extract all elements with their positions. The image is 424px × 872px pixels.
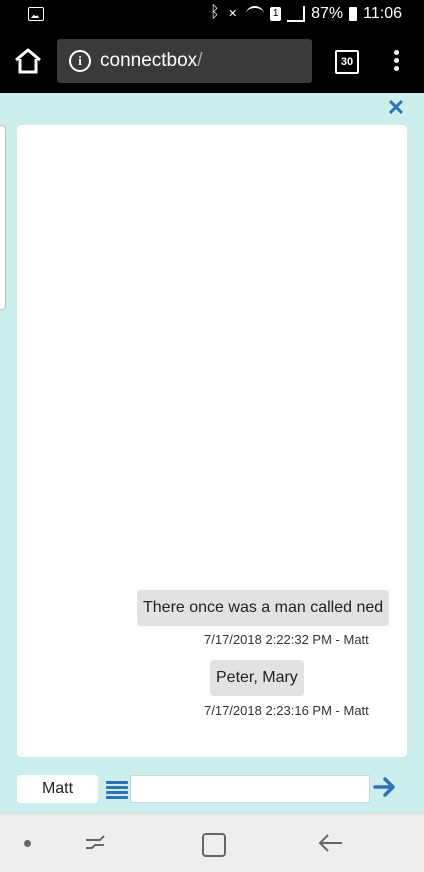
message-meta: 7/17/2018 2:23:16 PM - Matt <box>204 703 369 718</box>
url-text: connectbox/ <box>100 50 203 71</box>
status-bar: 1 87% 11:06 <box>0 0 424 30</box>
close-icon[interactable]: ✕ <box>386 97 406 119</box>
status-icons: 1 87% 11:06 <box>210 4 402 23</box>
chat-page: ✕ There once was a man called ned 7/17/2… <box>0 93 424 813</box>
browser-toolbar: connectbox/ 30 <box>0 30 424 93</box>
home-nav-button[interactable] <box>202 833 226 857</box>
mute-icon <box>226 7 240 21</box>
recents-icon[interactable] <box>84 832 106 854</box>
bluetooth-icon <box>210 4 220 22</box>
message-input[interactable] <box>130 775 370 803</box>
sim-slot-badge: 1 <box>270 7 282 21</box>
home-icon <box>15 48 41 74</box>
side-panel-edge[interactable] <box>0 125 6 310</box>
wifi-icon <box>246 6 265 22</box>
address-bar[interactable]: connectbox/ <box>57 39 312 83</box>
clock: 11:06 <box>363 5 402 22</box>
message-bubble: There once was a man called ned <box>137 590 390 626</box>
send-arrow-icon[interactable] <box>372 774 398 800</box>
message-meta: 7/17/2018 2:22:32 PM - Matt <box>204 632 369 647</box>
message-bubble: Peter, Mary <box>210 660 304 696</box>
home-button[interactable] <box>12 47 44 75</box>
info-icon[interactable] <box>69 50 91 72</box>
battery-percent: 87% <box>311 5 344 22</box>
username-label[interactable]: Matt <box>17 775 98 803</box>
battery-icon <box>349 7 358 21</box>
menu-icon[interactable] <box>392 50 400 72</box>
list-icon[interactable] <box>106 781 128 799</box>
composer: Matt <box>0 775 424 805</box>
system-nav-bar <box>0 813 424 872</box>
tabs-button[interactable]: 30 <box>335 50 359 74</box>
back-icon[interactable] <box>318 832 344 854</box>
signal-icon <box>287 6 306 22</box>
chat-log: There once was a man called ned 7/17/201… <box>17 125 407 757</box>
nav-indicator-dot <box>24 840 31 847</box>
gallery-icon <box>28 7 44 21</box>
